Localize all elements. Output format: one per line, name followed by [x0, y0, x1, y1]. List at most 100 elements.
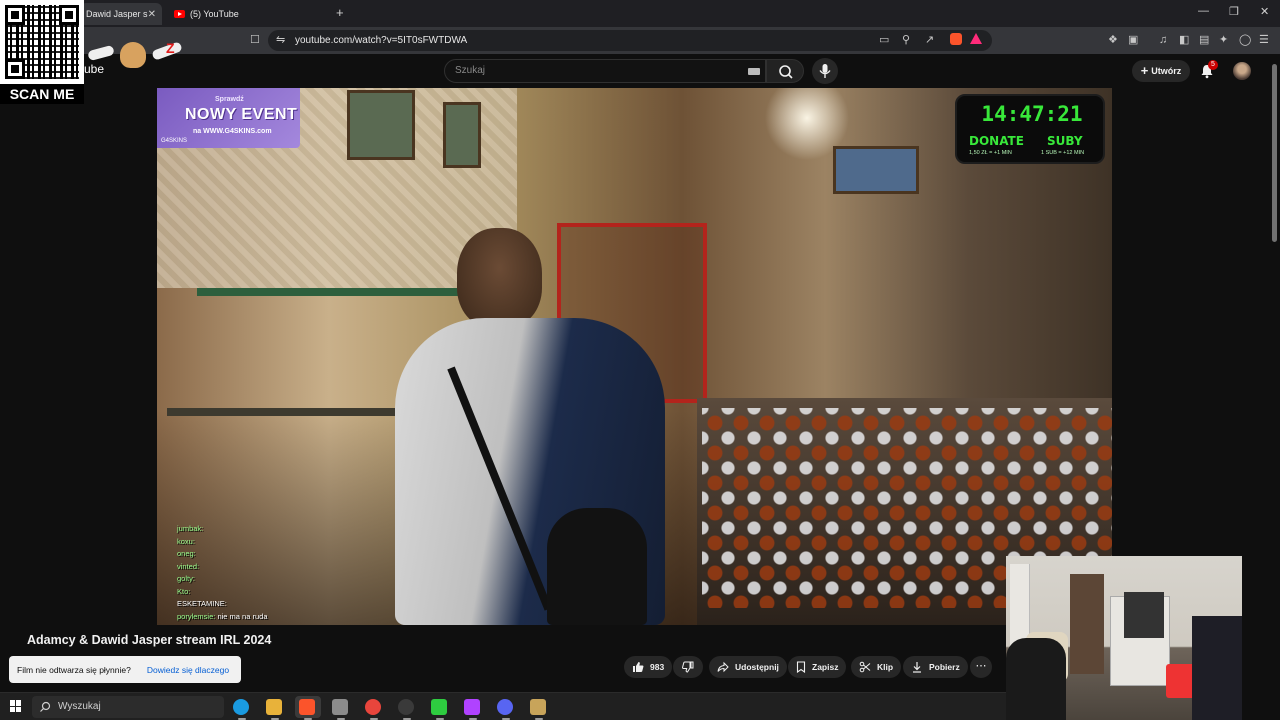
taskbar-app-button[interactable]: [295, 696, 321, 718]
taskbar-app-button[interactable]: [427, 696, 453, 718]
chat-message: vinted:: [177, 561, 200, 571]
obs-icon: [398, 699, 414, 715]
video-scene-bag: [547, 508, 647, 625]
wallet-icon[interactable]: ▤: [1199, 35, 1209, 46]
music-icon[interactable]: ♫: [1159, 35, 1167, 46]
streamer-webcam-overlay: [1006, 556, 1242, 720]
video-scene-shelf: [167, 408, 417, 416]
zoom-icon[interactable]: ⚲: [902, 35, 910, 46]
donate-rate: 1,50 ZŁ = +1 MIN: [969, 150, 1012, 156]
search-button[interactable]: [766, 59, 804, 83]
minimize-button[interactable]: —: [1198, 5, 1209, 17]
url-text: youtube.com/watch?v=5IT0sFWTDWA: [295, 35, 468, 46]
account-avatar[interactable]: [1233, 62, 1251, 80]
vpn-shield-icon[interactable]: ◯: [1239, 35, 1251, 46]
taskbar-search-icon: [40, 701, 51, 712]
windows-taskbar: Wyszukaj: [0, 692, 1006, 720]
playback-issue-toast: Film nie odtwarza się płynnie? Dowiedz s…: [9, 656, 241, 683]
subs-label: SUBY: [1047, 134, 1083, 148]
create-button[interactable]: + Utwórz: [1132, 60, 1190, 82]
like-button[interactable]: 983: [624, 656, 673, 678]
event-small-text: Sprawdź: [215, 96, 244, 103]
subathon-timer-overlay: 14:47:21 DONATE SUBY 1,50 ZŁ = +1 MIN 1 …: [955, 94, 1105, 164]
tab-label: (5) YouTube: [190, 9, 239, 19]
video-scene-picture: [833, 146, 919, 194]
notification-count-badge: 5: [1208, 60, 1218, 70]
chat-message: oneg:: [177, 549, 196, 558]
brave-rewards-icon[interactable]: [970, 33, 982, 44]
video-scene-shelf: [197, 288, 497, 296]
screen: Dawid Jasper s ✕ (5) YouTube + — ❐ ✕ ☐ ⇋…: [0, 0, 1280, 720]
brave-icon: [299, 699, 315, 715]
video-player[interactable]: Sprawdź NOWY EVENT na WWW.G4SKINS.com G4…: [157, 88, 1112, 625]
video-title: Adamcy & Dawid Jasper stream IRL 2024: [27, 633, 272, 647]
event-logo: G4SKINS: [161, 138, 188, 144]
new-tab-button[interactable]: +: [336, 5, 344, 20]
chat-app-icon: [464, 699, 480, 715]
event-overlay: Sprawdź NOWY EVENT na WWW.G4SKINS.com G4…: [157, 88, 300, 148]
taskbar-app-button[interactable]: [394, 696, 420, 718]
leo-ai-icon[interactable]: ✦: [1219, 35, 1228, 46]
share-button[interactable]: Udostępnij: [709, 656, 787, 678]
create-label: Utwórz: [1151, 66, 1182, 76]
discord-icon: [497, 699, 513, 715]
more-actions-button[interactable]: ⋯: [970, 656, 992, 678]
extensions-icon[interactable]: ❖: [1108, 35, 1118, 46]
save-label: Zapisz: [812, 662, 839, 672]
youtube-favicon-icon: [174, 10, 185, 18]
sidebar-icon[interactable]: ◧: [1179, 35, 1189, 46]
share-arrow-icon: [717, 661, 729, 673]
search-input[interactable]: Szukaj: [444, 59, 766, 83]
share-icon[interactable]: ↗: [925, 35, 934, 46]
qr-overlay: SCAN ME: [0, 0, 84, 104]
scissors-icon: [859, 661, 871, 673]
keyboard-icon[interactable]: [748, 68, 760, 75]
webcam-pc-tower: [1192, 616, 1242, 720]
windows-start-icon[interactable]: [10, 700, 22, 712]
page-scrollbar-thumb[interactable]: [1272, 64, 1277, 242]
scan-me-label: SCAN ME: [0, 84, 84, 104]
stream-chat-overlay: jumbak: koxu: oneg: vinted: golty: Kto: …: [177, 523, 347, 623]
taskbar-search-input[interactable]: Wyszukaj: [32, 696, 224, 718]
save-button[interactable]: Zapisz: [788, 656, 847, 678]
file-explorer-icon: [266, 699, 282, 715]
menu-icon[interactable]: ☰: [1259, 35, 1269, 46]
restore-button[interactable]: ❐: [1229, 5, 1239, 18]
taskbar-app-button[interactable]: [229, 696, 255, 718]
download-label: Pobierz: [929, 662, 960, 672]
taskbar-app-button[interactable]: [262, 696, 288, 718]
webcam-gaming-chair: [1006, 638, 1066, 720]
taskbar-app-button[interactable]: [526, 696, 552, 718]
chat-message: ESKETAMINE:: [177, 599, 227, 608]
taskbar-app-button[interactable]: [361, 696, 387, 718]
donate-label: DONATE: [969, 134, 1024, 148]
tab-label: Dawid Jasper s: [86, 9, 148, 19]
voice-search-button[interactable]: [812, 58, 838, 84]
screenshot-icon[interactable]: ▣: [1128, 35, 1138, 46]
clip-label: Klip: [877, 662, 894, 672]
dislike-button[interactable]: [673, 656, 703, 678]
tab-youtube[interactable]: (5) YouTube: [170, 3, 330, 25]
chat-message: golty:: [177, 574, 195, 583]
brave-shields-icon[interactable]: [950, 33, 962, 45]
tab-close-icon[interactable]: ✕: [148, 9, 156, 20]
taskbar-app-button[interactable]: [328, 696, 354, 718]
download-button[interactable]: Pobierz: [903, 656, 968, 678]
clip-button[interactable]: Klip: [851, 656, 902, 678]
chat-message: jumbak:: [177, 524, 204, 533]
youtube-logo-text[interactable]: ube: [84, 62, 104, 76]
address-bar-row: ☐ ⇋ youtube.com/watch?v=5IT0sFWTDWA ▭ ⚲ …: [0, 27, 1280, 54]
tab-dawid-jasper[interactable]: Dawid Jasper s ✕: [80, 3, 162, 25]
cast-icon[interactable]: ▭: [879, 35, 889, 46]
bookmark-icon[interactable]: ☐: [250, 35, 260, 46]
taskbar-app-button[interactable]: [460, 696, 486, 718]
video-scene-person-head: [457, 228, 542, 328]
chrome-icon: [365, 699, 381, 715]
webcam-door: [1070, 574, 1104, 674]
site-info-icon[interactable]: ⇋: [276, 35, 285, 46]
close-window-button[interactable]: ✕: [1260, 5, 1269, 18]
like-count: 983: [650, 662, 665, 672]
url-bar[interactable]: ⇋ youtube.com/watch?v=5IT0sFWTDWA ▭ ⚲ ↗: [268, 30, 992, 51]
learn-why-link[interactable]: Dowiedz się dlaczego: [147, 665, 229, 675]
taskbar-app-button[interactable]: [493, 696, 519, 718]
